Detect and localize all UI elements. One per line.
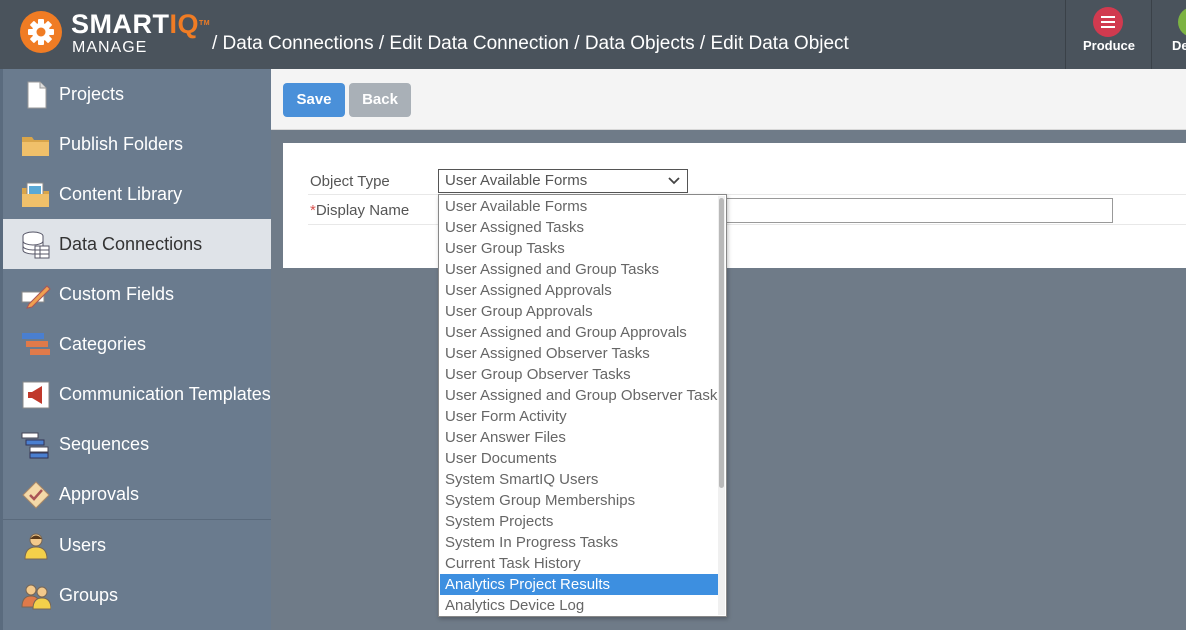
sidebar-item-approvals[interactable]: Approvals (3, 469, 271, 519)
sidebar-item-custom-fields[interactable]: Custom Fields (3, 269, 271, 319)
sidebar-item-label: Publish Folders (59, 134, 184, 154)
sequences-icon (21, 430, 51, 460)
smartiq-logo-icon[interactable] (20, 11, 62, 53)
sidebar-item-label: Groups (59, 585, 119, 605)
dropdown-option[interactable]: User Documents (440, 448, 719, 469)
edit-data-object-form: Object Type *Display Name User Available… (283, 143, 1186, 268)
dropdown-option[interactable]: User Assigned and Group Observer Tasks (440, 385, 725, 406)
sidebar-item-label: Users (59, 535, 107, 555)
save-button[interactable]: Save (283, 83, 345, 117)
display-name-label: *Display Name (310, 202, 410, 219)
back-button[interactable]: Back (349, 83, 411, 117)
dropdown-option-highlighted[interactable]: Analytics Project Results (440, 574, 719, 595)
display-name-input[interactable] (723, 198, 1113, 223)
content-library-icon (21, 180, 51, 210)
folder-icon (21, 130, 51, 160)
dropdown-option[interactable]: User Form Activity (440, 406, 719, 427)
dropdown-option[interactable]: System Projects (440, 511, 719, 532)
design-label: De (1172, 38, 1186, 53)
dropdown-option[interactable]: User Assigned and Group Tasks (440, 259, 719, 280)
dropdown-option[interactable]: User Assigned Tasks (440, 217, 719, 238)
approval-icon (21, 480, 51, 510)
categories-icon (21, 330, 51, 360)
sidebar-item-users[interactable]: Users (3, 520, 271, 570)
sidebar-item-content-library[interactable]: Content Library (3, 169, 271, 219)
sidebar-item-label: Sequences (59, 434, 150, 454)
sidebar-item-projects[interactable]: Projects (3, 69, 271, 119)
produce-label: Produce (1082, 38, 1135, 53)
top-bar: SMARTIQTM MANAGE / Data Connections / Ed… (0, 0, 1186, 69)
database-icon (21, 230, 51, 260)
pencil-field-icon (21, 280, 51, 310)
dropdown-option[interactable]: User Group Tasks (440, 238, 719, 259)
dropdown-option[interactable]: User Answer Files (440, 427, 719, 448)
dropdown-option[interactable]: Current Task History (440, 553, 719, 574)
dropdown-option[interactable]: User Assigned and Group Approvals (440, 322, 719, 343)
document-icon (21, 80, 51, 110)
group-icon (21, 581, 52, 611)
dropdown-option[interactable]: System Group Memberships (440, 490, 719, 511)
dropdown-option[interactable]: System SmartIQ Users (440, 469, 719, 490)
sidebar-item-label: Projects (59, 84, 125, 104)
dropdown-option[interactable]: User Group Approvals (440, 301, 719, 322)
produce-button[interactable]: Produce (1065, 0, 1151, 69)
dropdown-option[interactable]: User Assigned Approvals (440, 280, 719, 301)
dropdown-scrollbar-thumb[interactable] (719, 198, 724, 488)
logo-wordmark: SMARTIQTM (71, 9, 211, 39)
dropdown-option[interactable]: User Assigned Observer Tasks (440, 343, 719, 364)
object-type-label: Object Type (310, 173, 390, 190)
sidebar-item-sequences[interactable]: Sequences (3, 419, 271, 469)
sidebar: Projects Publish Folders Content Library… (0, 69, 271, 630)
sidebar-item-label: Communication Templates (59, 384, 271, 404)
sidebar-item-groups[interactable]: Groups (3, 570, 271, 620)
sidebar-item-categories[interactable]: Categories (3, 319, 271, 369)
sidebar-item-publish-folders[interactable]: Publish Folders (3, 119, 271, 169)
action-toolbar: Save Back (271, 69, 1186, 130)
dropdown-option[interactable]: User Available Forms (440, 196, 719, 217)
user-icon (21, 531, 51, 561)
breadcrumb: / Data Connections / Edit Data Connectio… (212, 33, 849, 54)
sidebar-item-label: Categories (59, 334, 147, 354)
sidebar-item-data-connections[interactable]: Data Connections (3, 219, 271, 269)
object-type-select[interactable]: User Available Forms (438, 169, 688, 193)
sidebar-item-label: Custom Fields (59, 284, 175, 304)
sidebar-item-label: Data Connections (59, 234, 203, 254)
object-type-dropdown-list[interactable]: User Available Forms User Assigned Tasks… (438, 194, 727, 617)
dropdown-option[interactable]: User Group Observer Tasks (440, 364, 719, 385)
chevron-down-icon (667, 173, 681, 195)
dropdown-option[interactable]: System In Progress Tasks (440, 532, 719, 553)
logo-subtitle: MANAGE (72, 39, 148, 56)
object-type-selected-value: User Available Forms (445, 172, 588, 189)
sidebar-item-communication-templates[interactable]: Communication Templates (3, 369, 271, 419)
dropdown-option[interactable]: Analytics Device Log (440, 595, 719, 616)
design-icon (1178, 7, 1186, 37)
megaphone-icon (21, 380, 51, 410)
dropdown-scrollbar[interactable] (718, 196, 725, 615)
design-button[interactable]: De (1151, 0, 1186, 69)
sidebar-item-label: Content Library (59, 184, 183, 204)
sidebar-item-label: Approvals (59, 484, 140, 504)
produce-icon (1093, 7, 1123, 37)
